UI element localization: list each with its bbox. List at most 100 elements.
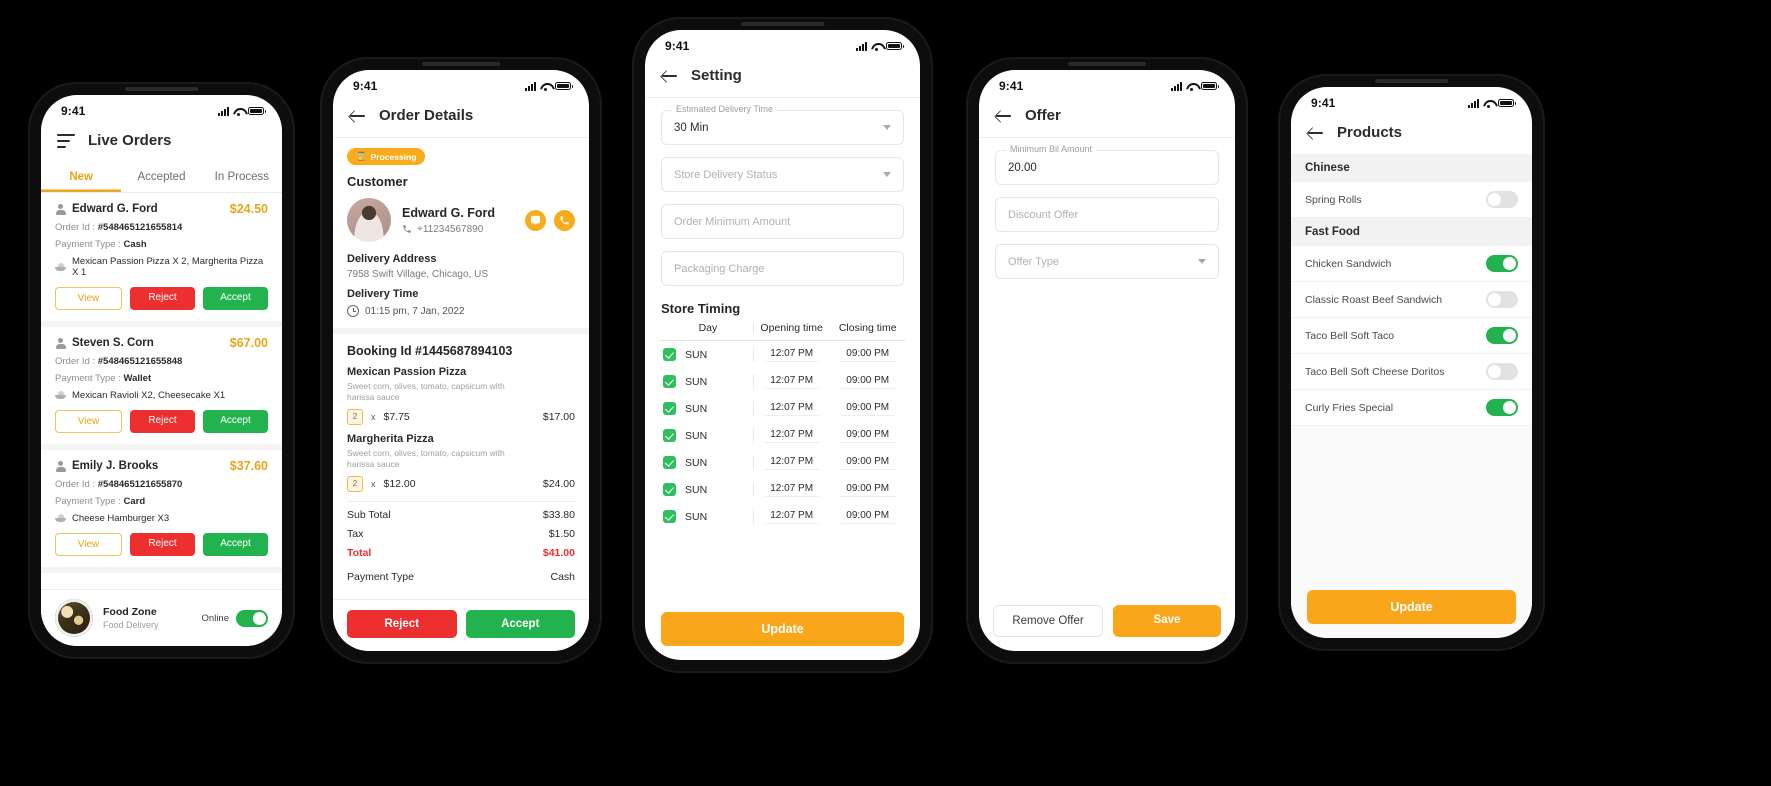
- closing-cell[interactable]: 09:00 PM: [829, 509, 906, 524]
- list-item[interactable]: Classic Roast Beef Sandwich: [1291, 282, 1532, 318]
- closing-cell[interactable]: 09:00 PM: [829, 374, 906, 389]
- table-row[interactable]: SUN 12:07 PM 09:00 PM: [659, 395, 906, 422]
- screen-live-orders: 9:41 Live Orders New Accepted In Process: [41, 95, 282, 646]
- day-checkbox[interactable]: [663, 375, 676, 388]
- closing-cell[interactable]: 09:00 PM: [829, 482, 906, 497]
- list-item[interactable]: Curly Fries Special: [1291, 390, 1532, 426]
- accept-button[interactable]: Accept: [203, 287, 268, 310]
- view-button[interactable]: View: [55, 410, 122, 433]
- accept-button[interactable]: Accept: [203, 533, 268, 556]
- back-arrow-icon[interactable]: [661, 67, 678, 84]
- status-bar: 9:41: [41, 95, 282, 122]
- closing-cell[interactable]: 09:00 PM: [829, 428, 906, 443]
- day-label: SUN: [685, 510, 708, 523]
- online-toggle[interactable]: [236, 609, 268, 627]
- accept-button[interactable]: Accept: [465, 610, 575, 638]
- table-row[interactable]: SUN 12:07 PM 09:00 PM: [659, 368, 906, 395]
- closing-cell[interactable]: 09:00 PM: [829, 455, 906, 470]
- table-row[interactable]: Steven S. Corn $67.00 Order Id : #548465…: [41, 327, 282, 450]
- view-button[interactable]: View: [55, 287, 122, 310]
- remove-offer-button[interactable]: Remove Offer: [993, 605, 1103, 637]
- accept-button[interactable]: Accept: [203, 410, 268, 433]
- tab-in-process[interactable]: In Process: [202, 162, 282, 192]
- status-badge-label: Processing: [370, 151, 417, 162]
- opening-cell[interactable]: 12:07 PM: [752, 482, 830, 497]
- reject-button[interactable]: Reject: [347, 610, 457, 638]
- products-body[interactable]: Chinese Spring Rolls Fast Food Chicken S…: [1291, 154, 1532, 638]
- minimum-bill-amount-field[interactable]: Minimum Bil Amount 20.00: [995, 144, 1219, 185]
- opening-cell[interactable]: 12:07 PM: [752, 401, 830, 416]
- day-checkbox[interactable]: [663, 456, 676, 469]
- phone-speaker: [1374, 79, 1449, 83]
- update-button[interactable]: Update: [1307, 590, 1516, 624]
- chevron-down-icon[interactable]: [1198, 259, 1206, 264]
- save-button[interactable]: Save: [1113, 605, 1221, 637]
- battery-icon: [886, 42, 904, 50]
- order-details-body[interactable]: ⌛ Processing Customer Edward G. Ford +11…: [333, 138, 589, 651]
- reject-button[interactable]: Reject: [130, 533, 195, 556]
- packaging-charge-field[interactable]: Packaging Charge: [661, 251, 904, 286]
- back-arrow-icon[interactable]: [1307, 124, 1324, 141]
- total-row: Total $41.00: [333, 540, 589, 559]
- closing-cell[interactable]: 09:00 PM: [829, 401, 906, 416]
- offer-type-field[interactable]: Offer Type: [995, 244, 1219, 279]
- call-icon-button[interactable]: [554, 209, 575, 231]
- product-toggle[interactable]: [1486, 363, 1518, 380]
- phone-live-orders: 9:41 Live Orders New Accepted In Process: [30, 84, 293, 657]
- opening-cell[interactable]: 12:07 PM: [752, 509, 830, 524]
- clock-icon: [347, 305, 359, 317]
- order-actions: View Reject Accept: [55, 410, 268, 433]
- view-button[interactable]: View: [55, 533, 122, 556]
- offer-body[interactable]: Minimum Bil Amount 20.00 Discount Offer …: [979, 138, 1235, 651]
- order-items-line: Mexican Passion Pizza X 2, Margherita Pi…: [55, 256, 268, 278]
- list-item[interactable]: Spring Rolls: [1291, 182, 1532, 218]
- day-checkbox[interactable]: [663, 348, 676, 361]
- closing-cell[interactable]: 09:00 PM: [829, 347, 906, 362]
- order-amount: $67.00: [229, 336, 268, 350]
- chat-icon-button[interactable]: [525, 209, 546, 231]
- update-button[interactable]: Update: [661, 612, 904, 646]
- product-toggle[interactable]: [1486, 327, 1518, 344]
- day-checkbox[interactable]: [663, 510, 676, 523]
- opening-cell[interactable]: 12:07 PM: [752, 374, 830, 389]
- order-minimum-amount-field[interactable]: Order Minimum Amount: [661, 204, 904, 239]
- tab-new[interactable]: New: [41, 162, 121, 192]
- list-item[interactable]: Taco Bell Soft Taco: [1291, 318, 1532, 354]
- table-row[interactable]: SUN 12:07 PM 09:00 PM: [659, 449, 906, 476]
- day-checkbox[interactable]: [663, 402, 676, 415]
- product-toggle[interactable]: [1486, 399, 1518, 416]
- tab-accepted[interactable]: Accepted: [121, 162, 201, 192]
- opening-cell[interactable]: 12:07 PM: [752, 347, 830, 362]
- table-row[interactable]: SUN 12:07 PM 09:00 PM: [659, 476, 906, 503]
- reject-button[interactable]: Reject: [130, 410, 195, 433]
- day-checkbox[interactable]: [663, 483, 676, 496]
- setting-body[interactable]: Estimated Delivery Time 30 Min Store Del…: [645, 98, 920, 660]
- reject-button[interactable]: Reject: [130, 287, 195, 310]
- list-item[interactable]: Chicken Sandwich: [1291, 246, 1532, 282]
- product-toggle[interactable]: [1486, 291, 1518, 308]
- orders-list[interactable]: Edward G. Ford $24.50 Order Id : #548465…: [41, 193, 282, 646]
- status-icons: [525, 81, 573, 91]
- table-row[interactable]: SUN 12:07 PM 09:00 PM: [659, 503, 906, 530]
- back-arrow-icon[interactable]: [349, 107, 366, 124]
- tax-label: Tax: [347, 527, 364, 540]
- hamburger-menu-icon[interactable]: [57, 133, 75, 148]
- back-arrow-icon[interactable]: [995, 107, 1012, 124]
- chevron-down-icon[interactable]: [883, 172, 891, 177]
- table-row[interactable]: SUN 12:07 PM 09:00 PM: [659, 422, 906, 449]
- product-toggle[interactable]: [1486, 191, 1518, 208]
- opening-cell[interactable]: 12:07 PM: [752, 428, 830, 443]
- store-delivery-status-field[interactable]: Store Delivery Status: [661, 157, 904, 192]
- product-toggle[interactable]: [1486, 255, 1518, 272]
- estimated-delivery-time-field[interactable]: Estimated Delivery Time 30 Min: [661, 104, 904, 145]
- wifi-icon: [871, 42, 882, 51]
- table-row[interactable]: Edward G. Ford $24.50 Order Id : #548465…: [41, 193, 282, 327]
- order-items-line: Cheese Hamburger X3: [55, 513, 268, 524]
- discount-offer-field[interactable]: Discount Offer: [995, 197, 1219, 232]
- opening-cell[interactable]: 12:07 PM: [752, 455, 830, 470]
- table-row[interactable]: Emily J. Brooks $37.60 Order Id : #54846…: [41, 450, 282, 573]
- chevron-down-icon[interactable]: [883, 125, 891, 130]
- day-checkbox[interactable]: [663, 429, 676, 442]
- table-row[interactable]: SUN 12:07 PM 09:00 PM: [659, 341, 906, 368]
- list-item[interactable]: Taco Bell Soft Cheese Doritos: [1291, 354, 1532, 390]
